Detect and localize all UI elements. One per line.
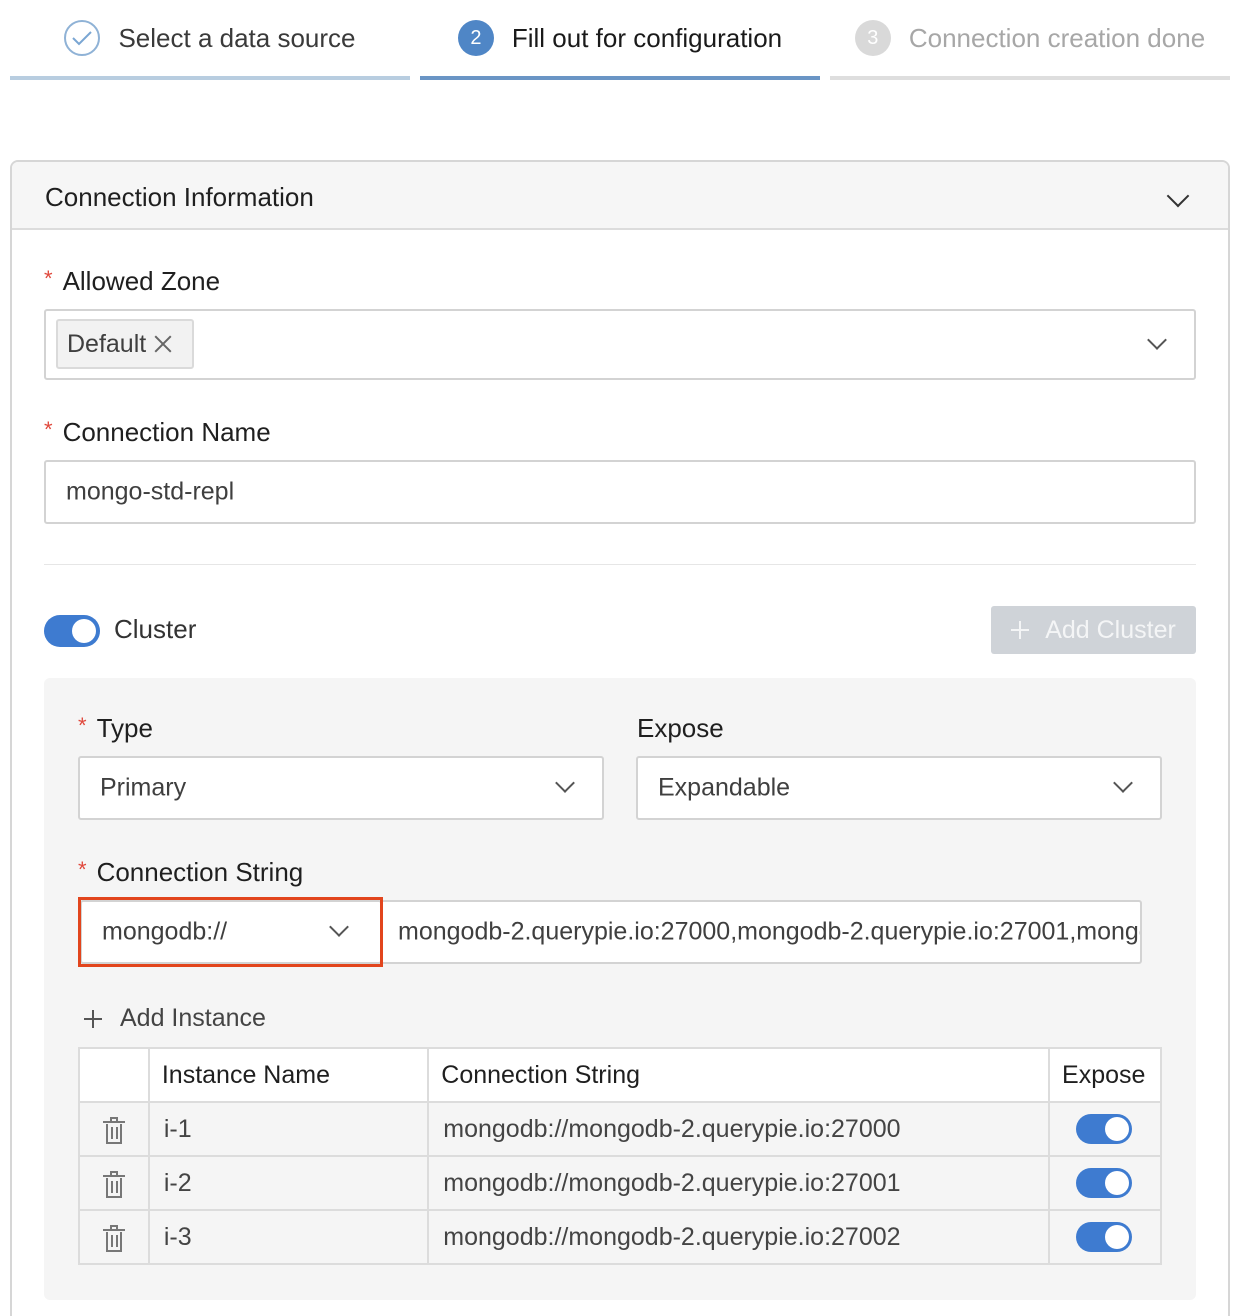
cluster-toggle[interactable] bbox=[44, 615, 100, 647]
expose-value: Expandable bbox=[658, 773, 791, 802]
instance-name-cell[interactable]: i-3 bbox=[147, 1209, 430, 1265]
step-fill-configuration[interactable]: 2 Fill out for configuration bbox=[420, 0, 820, 80]
check-icon bbox=[64, 20, 101, 56]
connection-name-input[interactable]: mongo-std-repl bbox=[44, 460, 1196, 524]
connection-string-label-text: Connection String bbox=[96, 857, 304, 887]
allowed-zone-select[interactable]: Default bbox=[44, 309, 1196, 380]
column-header-expose: Expose bbox=[1048, 1047, 1162, 1103]
required-marker: * bbox=[44, 266, 53, 291]
table-row: i-3 mongodb://mongodb-2.querypie.io:2700… bbox=[78, 1209, 1162, 1265]
instance-connection-string-cell[interactable]: mongodb://mongodb-2.querypie.io:27000 bbox=[427, 1101, 1051, 1157]
chevron-down-icon[interactable] bbox=[1113, 773, 1133, 793]
toggle-knob bbox=[1105, 1171, 1130, 1196]
expose-toggle[interactable] bbox=[1076, 1168, 1133, 1199]
step-label: Select a data source bbox=[118, 22, 356, 53]
column-header-connection-string: Connection String bbox=[427, 1047, 1051, 1103]
divider bbox=[44, 564, 1196, 565]
allowed-zone-label-text: Allowed Zone bbox=[62, 266, 221, 296]
table-row: i-2 mongodb://mongodb-2.querypie.io:2700… bbox=[78, 1155, 1162, 1211]
required-marker: * bbox=[78, 857, 87, 882]
add-instance-button[interactable]: Add Instance bbox=[84, 1004, 266, 1033]
chevron-down-icon[interactable] bbox=[1147, 330, 1167, 350]
table-row: i-1 mongodb://mongodb-2.querypie.io:2700… bbox=[78, 1101, 1162, 1157]
plus-icon bbox=[84, 1009, 102, 1028]
table-header-row: Instance Name Connection String Expose bbox=[78, 1047, 1162, 1103]
step-label: Connection creation done bbox=[908, 22, 1206, 53]
expose-toggle[interactable] bbox=[1076, 1114, 1133, 1145]
connection-string-label: * Connection String bbox=[78, 857, 303, 888]
delete-cell bbox=[78, 1101, 150, 1157]
type-label: * Type bbox=[78, 713, 153, 744]
delete-cell bbox=[78, 1155, 150, 1211]
instance-connection-string-cell[interactable]: mongodb://mongodb-2.querypie.io:27001 bbox=[427, 1155, 1051, 1211]
trash-icon[interactable] bbox=[102, 1170, 125, 1199]
instance-name-cell[interactable]: i-1 bbox=[147, 1101, 430, 1157]
close-icon[interactable] bbox=[154, 335, 172, 353]
step-connection-done[interactable]: 3 Connection creation done bbox=[830, 0, 1230, 80]
column-header-instance-name: Instance Name bbox=[147, 1047, 430, 1103]
step-label: Fill out for configuration bbox=[511, 22, 783, 53]
add-instance-label: Add Instance bbox=[120, 1004, 266, 1032]
expose-cell bbox=[1048, 1155, 1162, 1211]
toggle-knob bbox=[72, 619, 96, 643]
type-label-text: Type bbox=[96, 713, 153, 743]
column-header-actions bbox=[78, 1047, 150, 1103]
allowed-zone-label: * Allowed Zone bbox=[44, 266, 220, 297]
expose-cell bbox=[1048, 1209, 1162, 1265]
zone-tag-label: Default bbox=[67, 329, 147, 358]
type-value: Primary bbox=[100, 773, 187, 802]
instance-connection-string-cell[interactable]: mongodb://mongodb-2.querypie.io:27002 bbox=[427, 1209, 1051, 1265]
instance-table: Instance Name Connection String Expose i… bbox=[78, 1047, 1162, 1265]
connection-string-input[interactable]: mongodb-2.querypie.io:27000,mongodb-2.qu… bbox=[380, 900, 1142, 964]
step-select-data-source[interactable]: Select a data source bbox=[10, 0, 410, 80]
highlight-box bbox=[78, 897, 383, 967]
step-number: 2 bbox=[457, 20, 494, 56]
chevron-down-icon[interactable] bbox=[555, 773, 575, 793]
step-number: 3 bbox=[854, 20, 891, 56]
zone-tag-default: Default bbox=[56, 319, 194, 369]
chevron-down-icon[interactable] bbox=[1166, 184, 1190, 208]
toggle-knob bbox=[1105, 1117, 1130, 1142]
add-cluster-label: Add Cluster bbox=[1045, 615, 1176, 644]
toggle-knob bbox=[1105, 1225, 1130, 1250]
expose-toggle[interactable] bbox=[1076, 1222, 1133, 1253]
panel-header[interactable]: Connection Information bbox=[12, 162, 1228, 230]
add-cluster-button[interactable]: Add Cluster bbox=[991, 606, 1196, 654]
required-marker: * bbox=[78, 713, 87, 738]
cluster-label: Cluster bbox=[114, 614, 197, 644]
required-marker: * bbox=[44, 417, 53, 442]
instance-name-cell[interactable]: i-2 bbox=[147, 1155, 430, 1211]
connection-name-value: mongo-std-repl bbox=[66, 477, 235, 506]
type-select[interactable]: Primary bbox=[78, 756, 604, 820]
delete-cell bbox=[78, 1209, 150, 1265]
connection-string-value: mongodb-2.querypie.io:27000,mongodb-2.qu… bbox=[398, 917, 1142, 946]
connection-name-label: * Connection Name bbox=[44, 417, 271, 448]
trash-icon[interactable] bbox=[102, 1116, 125, 1145]
expose-cell bbox=[1048, 1101, 1162, 1157]
expose-label: Expose bbox=[637, 713, 724, 743]
stepper: Select a data source 2 Fill out for conf… bbox=[10, 0, 1230, 80]
trash-icon[interactable] bbox=[102, 1224, 125, 1253]
connection-name-label-text: Connection Name bbox=[62, 417, 271, 447]
panel-title: Connection Information bbox=[45, 182, 314, 212]
expose-select[interactable]: Expandable bbox=[636, 756, 1162, 820]
plus-icon bbox=[1011, 621, 1030, 639]
